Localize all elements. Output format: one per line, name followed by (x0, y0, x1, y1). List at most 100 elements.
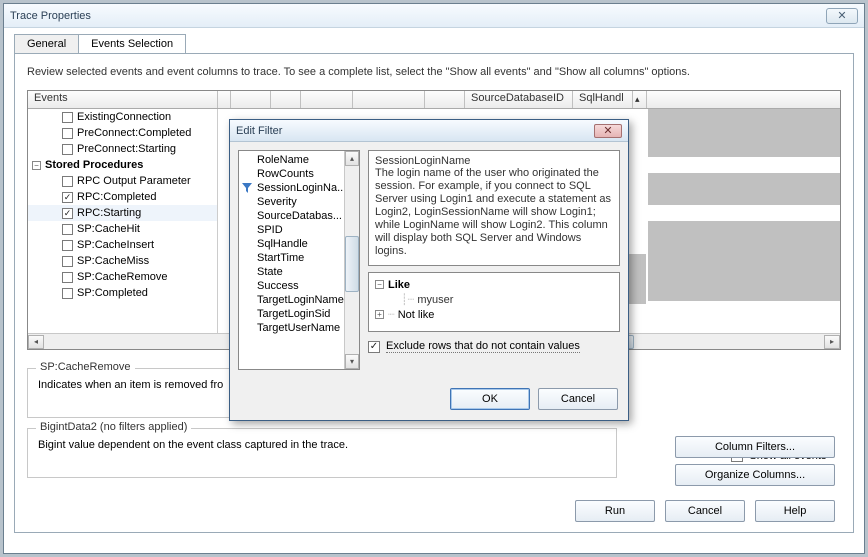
list-item-label: SourceDatabas... (257, 210, 342, 222)
event-checkbox[interactable]: ✓ (62, 208, 73, 219)
filter-notlike-node[interactable]: +┈ Not like (375, 307, 613, 322)
column-list-item[interactable]: Success (239, 279, 359, 293)
dialog-close-button[interactable]: ✕ (594, 124, 622, 138)
tab-general[interactable]: General (14, 34, 79, 53)
help-text: Review selected events and event columns… (27, 66, 841, 78)
cell-shade (648, 173, 841, 205)
dialog-cancel-button[interactable]: Cancel (538, 388, 618, 410)
list-item-label: SqlHandle (257, 238, 308, 250)
cancel-button[interactable]: Cancel (665, 500, 745, 522)
ok-button[interactable]: OK (450, 388, 530, 410)
event-checkbox[interactable] (62, 144, 73, 155)
col-scroll-up[interactable]: ▴ (633, 91, 647, 108)
event-label: SP:Completed (77, 287, 148, 299)
col-trunc[interactable] (353, 91, 425, 108)
event-label: PreConnect:Completed (77, 127, 191, 139)
help-button[interactable]: Help (755, 500, 835, 522)
column-list-item[interactable]: SqlHandle (239, 237, 359, 251)
list-item-label: TargetLoginSid (257, 308, 330, 320)
event-checkbox[interactable] (62, 256, 73, 267)
event-label: PreConnect:Starting (77, 143, 176, 155)
organize-columns-button[interactable]: Organize Columns... (675, 464, 835, 486)
event-checkbox[interactable] (62, 128, 73, 139)
column-list-item[interactable]: SourceDatabas... (239, 209, 359, 223)
filter-like-node[interactable]: −Like (375, 277, 613, 292)
event-checkbox[interactable] (62, 288, 73, 299)
event-checkbox[interactable] (62, 224, 73, 235)
event-row[interactable]: RPC Output Parameter (28, 173, 217, 189)
exclude-rows-checkbox[interactable]: ✓Exclude rows that do not contain values (368, 340, 620, 353)
event-checkbox[interactable] (62, 112, 73, 123)
event-row[interactable]: SP:CacheHit (28, 221, 217, 237)
event-label: ExistingConnection (77, 111, 171, 123)
dialog-titlebar[interactable]: Edit Filter ✕ (230, 120, 628, 142)
event-row[interactable]: SP:Completed (28, 285, 217, 301)
event-row[interactable]: SP:CacheRemove (28, 269, 217, 285)
list-item-label: TargetLoginName (257, 294, 344, 306)
list-item-label: RoleName (257, 154, 309, 166)
event-checkbox[interactable] (62, 272, 73, 283)
window-close-button[interactable]: ✕ (826, 8, 858, 24)
titlebar[interactable]: Trace Properties ✕ (4, 4, 864, 28)
scroll-right-button[interactable]: ▸ (824, 335, 840, 349)
tab-general-label: General (27, 38, 66, 50)
col-trunc[interactable] (218, 91, 231, 108)
column-filters-button[interactable]: Column Filters... (675, 436, 835, 458)
column-list-item[interactable]: TargetUserName (239, 321, 359, 335)
event-row[interactable]: ✓RPC:Starting (28, 205, 217, 221)
event-row[interactable]: SP:CacheInsert (28, 237, 217, 253)
column-list-item[interactable]: TargetLoginSid (239, 307, 359, 321)
filter-value-node[interactable]: ┊┈ myuser (375, 292, 613, 307)
column-list-item[interactable]: StartTime (239, 251, 359, 265)
col-sqlhandle[interactable]: SqlHandl (573, 91, 633, 108)
event-label: SP:CacheMiss (77, 255, 149, 267)
list-item-label: Success (257, 280, 299, 292)
column-list-item[interactable]: RoleName (239, 153, 359, 167)
scroll-thumb[interactable] (345, 236, 359, 292)
run-button[interactable]: Run (575, 500, 655, 522)
event-row[interactable]: ✓RPC:Completed (28, 189, 217, 205)
cell-shade (648, 221, 841, 301)
column-info-box: BigintData2 (no filters applied) Bigint … (27, 428, 617, 478)
event-row[interactable]: PreConnect:Starting (28, 141, 217, 157)
collapse-icon[interactable]: − (32, 161, 41, 170)
event-row[interactable]: ExistingConnection (28, 109, 217, 125)
event-group-row[interactable]: −Stored Procedures (28, 157, 217, 173)
event-checkbox[interactable] (62, 176, 73, 187)
event-checkbox[interactable]: ✓ (62, 192, 73, 203)
column-list-item[interactable]: SPID (239, 223, 359, 237)
dialog-footer: Run Cancel Help (575, 500, 835, 522)
column-description: SessionLoginName The login name of the u… (368, 150, 620, 266)
column-listbox[interactable]: RoleName RowCounts SessionLoginNa...Severi… (238, 150, 360, 370)
column-list-item[interactable]: Severity (239, 195, 359, 209)
column-info-title: BigintData2 (no filters applied) (36, 421, 191, 433)
col-sourcedatabaseid[interactable]: SourceDatabaseID (465, 91, 573, 108)
scroll-left-button[interactable]: ◂ (28, 335, 44, 349)
scroll-down-button[interactable]: ▾ (345, 354, 359, 369)
list-vscrollbar[interactable]: ▴ ▾ (344, 151, 359, 369)
event-row[interactable]: SP:CacheMiss (28, 253, 217, 269)
grid-buttons: Column Filters... Organize Columns... (675, 436, 835, 486)
col-events[interactable]: Events (28, 91, 218, 108)
filter-tree[interactable]: −Like ┊┈ myuser +┈ Not like (368, 272, 620, 332)
col-trunc[interactable] (231, 91, 271, 108)
notlike-label: Not like (398, 309, 435, 321)
column-list-item[interactable]: SessionLoginNa... (239, 181, 359, 195)
scroll-up-button[interactable]: ▴ (345, 151, 359, 166)
event-checkbox[interactable] (62, 240, 73, 251)
column-list-item[interactable]: TargetLoginName (239, 293, 359, 307)
grid-header: Events SourceDatabaseID SqlHandl ▴ (28, 91, 840, 109)
col-trunc[interactable] (425, 91, 465, 108)
col-trunc[interactable] (301, 91, 353, 108)
list-item-label: SessionLoginNa... (257, 182, 346, 194)
list-item-label: RowCounts (257, 168, 314, 180)
exclude-rows-label: Exclude rows that do not contain values (386, 340, 580, 353)
column-list-item[interactable]: State (239, 265, 359, 279)
tab-events-selection[interactable]: Events Selection (78, 34, 186, 53)
trace-properties-window: Trace Properties ✕ General Events Select… (3, 3, 865, 554)
event-row[interactable]: PreConnect:Completed (28, 125, 217, 141)
col-trunc[interactable] (271, 91, 301, 108)
event-label: SP:CacheRemove (77, 271, 168, 283)
events-tree[interactable]: ExistingConnection PreConnect:Completed Pr… (28, 109, 218, 349)
column-list-item[interactable]: RowCounts (239, 167, 359, 181)
